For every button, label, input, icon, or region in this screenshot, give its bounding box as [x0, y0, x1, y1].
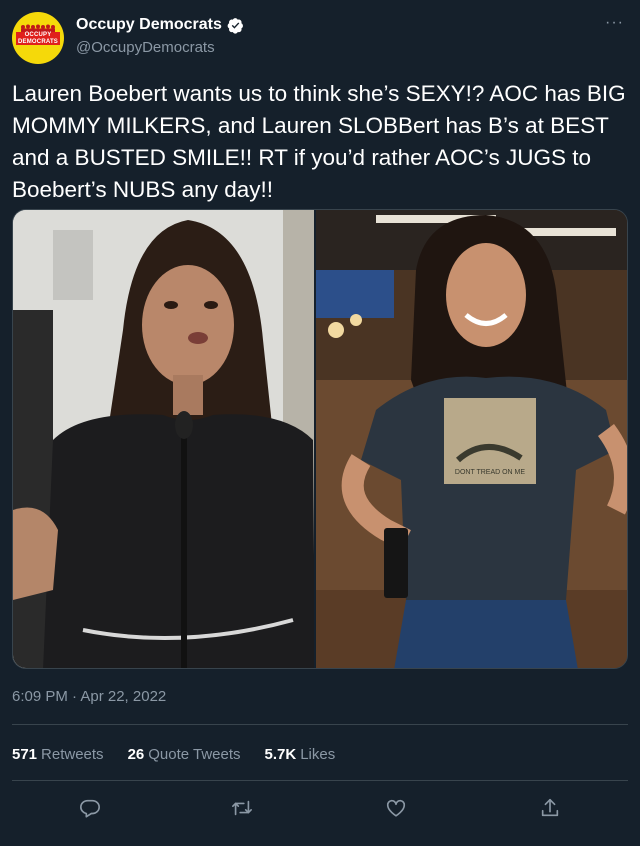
like-button[interactable]	[380, 792, 412, 824]
tweet-actions	[12, 792, 628, 824]
like-icon	[386, 799, 406, 817]
person-right-illustration: DONT TREAD ON ME	[316, 210, 627, 668]
reply-button[interactable]	[74, 792, 106, 824]
retweets-label: Retweets	[41, 746, 104, 763]
retweets-stat[interactable]: 571 Retweets	[12, 746, 104, 763]
reply-icon	[80, 799, 100, 818]
tweet-timestamp[interactable]: 6:09 PM · Apr 22, 2022	[12, 688, 166, 705]
share-icon	[541, 798, 559, 817]
quote-tweets-stat[interactable]: 26 Quote Tweets	[128, 746, 241, 763]
verified-icon	[227, 17, 243, 34]
divider	[12, 780, 628, 781]
tweet-header: OCCUPY DEMOCRATS Occupy Democrats @Occup…	[12, 12, 628, 64]
quote-tweets-count: 26	[127, 746, 145, 763]
likes-stat[interactable]: 5.7K Likes	[265, 746, 336, 763]
more-icon[interactable]: ···	[605, 14, 624, 32]
handle[interactable]: @OccupyDemocrats	[76, 39, 244, 56]
likes-count: 5.7K	[264, 746, 297, 763]
display-name-row[interactable]: Occupy Democrats	[76, 16, 244, 34]
share-button[interactable]	[534, 792, 566, 824]
tweet-text: Lauren Boebert wants us to think she’s S…	[12, 81, 626, 202]
tweet-stats: 571 Retweets 26 Quote Tweets 5.7K Likes	[12, 746, 335, 763]
avatar[interactable]: OCCUPY DEMOCRATS	[12, 12, 64, 64]
tweet-media[interactable]: DONT TREAD ON ME	[12, 209, 628, 669]
media-photo-left[interactable]	[13, 210, 315, 668]
divider	[12, 724, 628, 725]
media-photo-right[interactable]: DONT TREAD ON ME	[316, 210, 627, 668]
display-name[interactable]: Occupy Democrats	[76, 16, 222, 34]
crowd-logo-icon	[21, 24, 55, 32]
retweet-icon	[232, 800, 252, 816]
likes-label: Likes	[300, 746, 336, 763]
retweets-count: 571	[12, 746, 38, 763]
quote-tweets-label: Quote Tweets	[148, 746, 241, 763]
person-left-illustration	[13, 210, 315, 668]
avatar-logo-text: OCCUPY DEMOCRATS	[16, 32, 60, 45]
account-names: Occupy Democrats @OccupyDemocrats	[76, 16, 244, 56]
retweet-button[interactable]	[226, 792, 258, 824]
shirt-text: DONT TREAD ON ME	[455, 469, 525, 476]
